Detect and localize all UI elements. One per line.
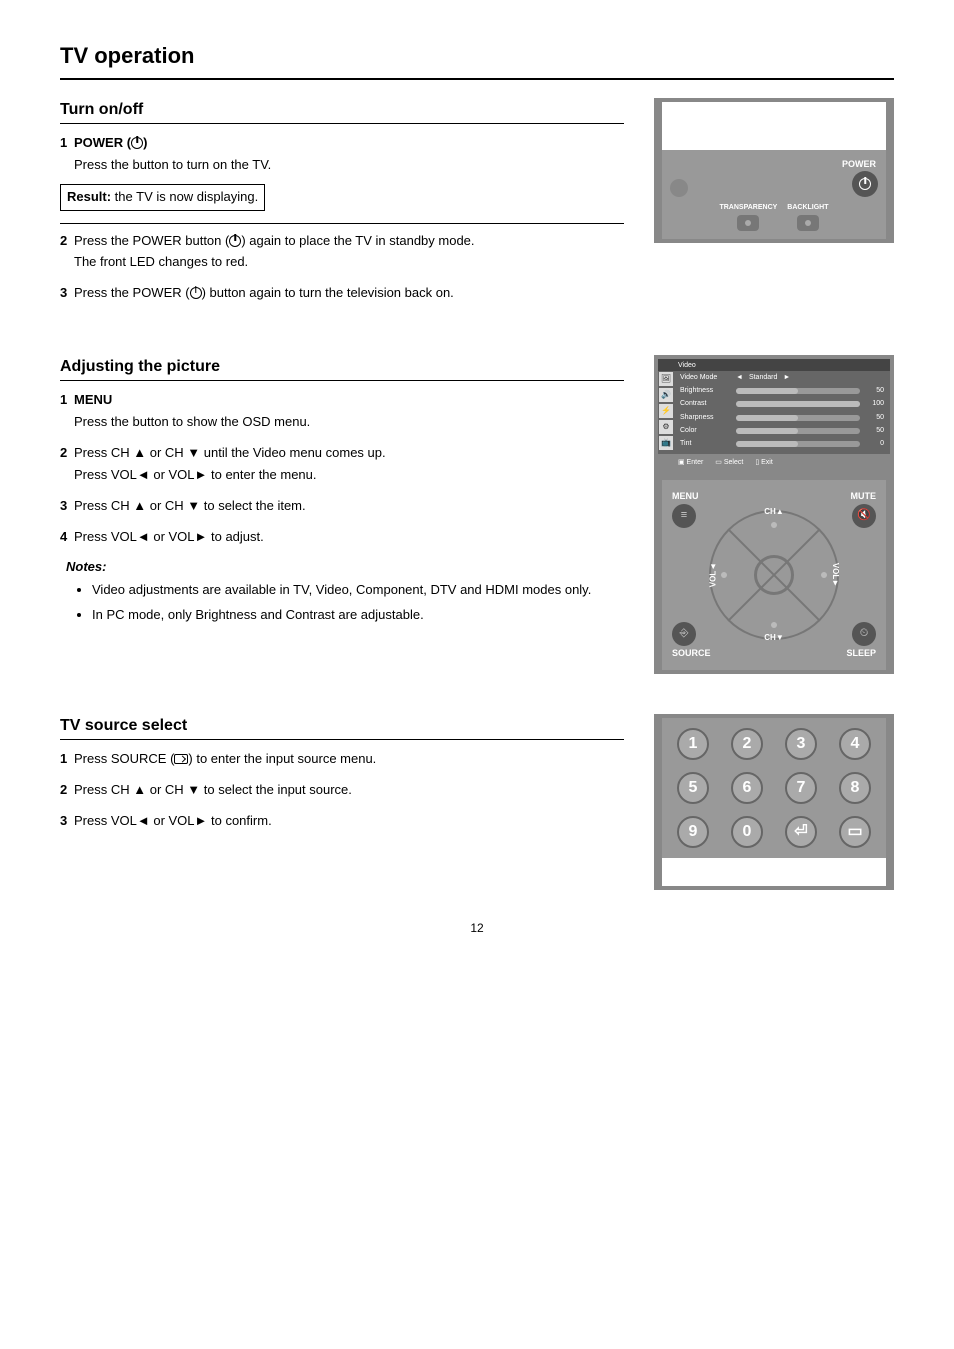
osd-menu-illustration: Video 🖼 🔊 ⚡ ⚙ 📺 Video Mode◄Standard► Bri… — [654, 355, 894, 476]
step-text: Press VOL◄ or VOL► to adjust. — [74, 529, 264, 544]
transparency-label: TRANSPARENCY — [719, 203, 777, 213]
transparency-button[interactable] — [737, 215, 759, 231]
keypad-5[interactable]: 5 — [677, 772, 709, 804]
section-source: TV source select 1 Press SOURCE ( ) to en… — [60, 714, 894, 890]
keypad-source[interactable]: ▭ — [839, 816, 871, 848]
osd-tab-channel-icon: 📺 — [659, 436, 673, 450]
dpad: CH▲ CH▼ VOL◄ VOL► — [709, 510, 839, 640]
keypad-7[interactable]: 7 — [785, 772, 817, 804]
notes-title: Notes: — [66, 558, 624, 577]
osd-tab-power-icon: ⚡ — [659, 404, 673, 418]
keypad-8[interactable]: 8 — [839, 772, 871, 804]
keypad-0[interactable]: 0 — [731, 816, 763, 848]
keypad-return[interactable]: ⏎ — [785, 816, 817, 848]
keypad-4[interactable]: 4 — [839, 728, 871, 760]
ch-up-label: CH▲ — [764, 506, 783, 518]
remote-keypad-illustration: 1 2 3 4 5 6 7 8 9 0 ⏎ ▭ — [654, 714, 894, 890]
note-item: Video adjustments are available in TV, V… — [92, 581, 624, 600]
step-text: Press the POWER ( — [74, 285, 190, 300]
source-label: SOURCE — [672, 647, 711, 660]
vol-left-button[interactable] — [721, 572, 727, 578]
power-button[interactable] — [852, 171, 878, 197]
keypad-2[interactable]: 2 — [731, 728, 763, 760]
osd-tab-setup-icon: ⚙ — [659, 420, 673, 434]
step-text: Press the button to turn on the TV. — [74, 157, 271, 172]
step-text: ) to enter the input source menu. — [188, 751, 376, 766]
power-icon — [131, 137, 143, 149]
step-text: Press VOL◄ or VOL► to enter the menu. — [60, 466, 624, 485]
step-text: ) again to place the TV in standby mode. — [241, 233, 474, 248]
section-heading-power: Turn on/off — [60, 98, 624, 124]
vol-left-label: VOL◄ — [707, 563, 719, 587]
dpad-ok-button[interactable] — [754, 555, 794, 595]
mute-label: MUTE — [851, 490, 877, 503]
backlight-button[interactable] — [797, 215, 819, 231]
step-text: Press CH ▲ or CH ▼ to select the item. — [74, 498, 306, 513]
section-picture: Adjusting the picture 1 MENU Press the b… — [60, 355, 894, 674]
step-label: POWER ( — [74, 135, 131, 150]
power-panel-illustration: POWER TRANSPARENCY BACKLIGHT — [654, 98, 894, 243]
step-text: Press the POWER button ( — [74, 233, 229, 248]
keypad-1[interactable]: 1 — [677, 728, 709, 760]
step-text: The front LED changes to red. — [60, 253, 624, 272]
page-title: TV operation — [60, 40, 894, 80]
vol-right-button[interactable] — [821, 572, 827, 578]
step-label: MENU — [74, 392, 112, 407]
ch-up-button[interactable] — [771, 522, 777, 528]
source-icon — [174, 754, 188, 764]
power-icon — [229, 235, 241, 247]
keypad-6[interactable]: 6 — [731, 772, 763, 804]
remote-nav-illustration: MENU ≡ MUTE 🔇 ⎆ SOURCE ⏲ SLEEP CH▲ CH▼ V… — [654, 476, 894, 674]
notes-block: Notes: Video adjustments are available i… — [60, 558, 624, 625]
osd-tab-video-icon: 🖼 — [659, 372, 673, 386]
ir-sensor-icon — [670, 179, 688, 197]
step-text: Press CH ▲ or CH ▼ to select the input s… — [74, 782, 352, 797]
result-box: Result: the TV is now displaying. — [60, 184, 265, 211]
step-label-tail: ) — [143, 135, 147, 150]
power-icon — [190, 287, 202, 299]
keypad-3[interactable]: 3 — [785, 728, 817, 760]
section-heading-picture: Adjusting the picture — [60, 355, 624, 381]
ch-down-label: CH▼ — [764, 632, 783, 644]
step-text: Press CH ▲ or CH ▼ until the Video menu … — [74, 445, 386, 460]
section-heading-source: TV source select — [60, 714, 624, 740]
page-number: 12 — [60, 920, 894, 937]
power-label: POWER — [842, 158, 876, 171]
vol-right-label: VOL► — [829, 563, 841, 587]
step-text: ) button again to turn the television ba… — [202, 285, 454, 300]
backlight-label: BACKLIGHT — [787, 203, 828, 213]
section-power: Turn on/off 1 POWER () Press the button … — [60, 98, 894, 315]
menu-label: MENU — [672, 490, 699, 503]
step-text: Press SOURCE ( — [74, 751, 174, 766]
sleep-label: SLEEP — [846, 647, 876, 660]
source-button[interactable]: ⎆ — [672, 622, 696, 646]
keypad-9[interactable]: 9 — [677, 816, 709, 848]
menu-button[interactable]: ≡ — [672, 504, 696, 528]
sleep-button[interactable]: ⏲ — [852, 622, 876, 646]
mute-button[interactable]: 🔇 — [852, 504, 876, 528]
note-item: In PC mode, only Brightness and Contrast… — [92, 606, 624, 625]
ch-down-button[interactable] — [771, 622, 777, 628]
step-text: Press VOL◄ or VOL► to confirm. — [74, 813, 272, 828]
step-text: Press the button to show the OSD menu. — [60, 413, 624, 432]
osd-tab-audio-icon: 🔊 — [659, 388, 673, 402]
